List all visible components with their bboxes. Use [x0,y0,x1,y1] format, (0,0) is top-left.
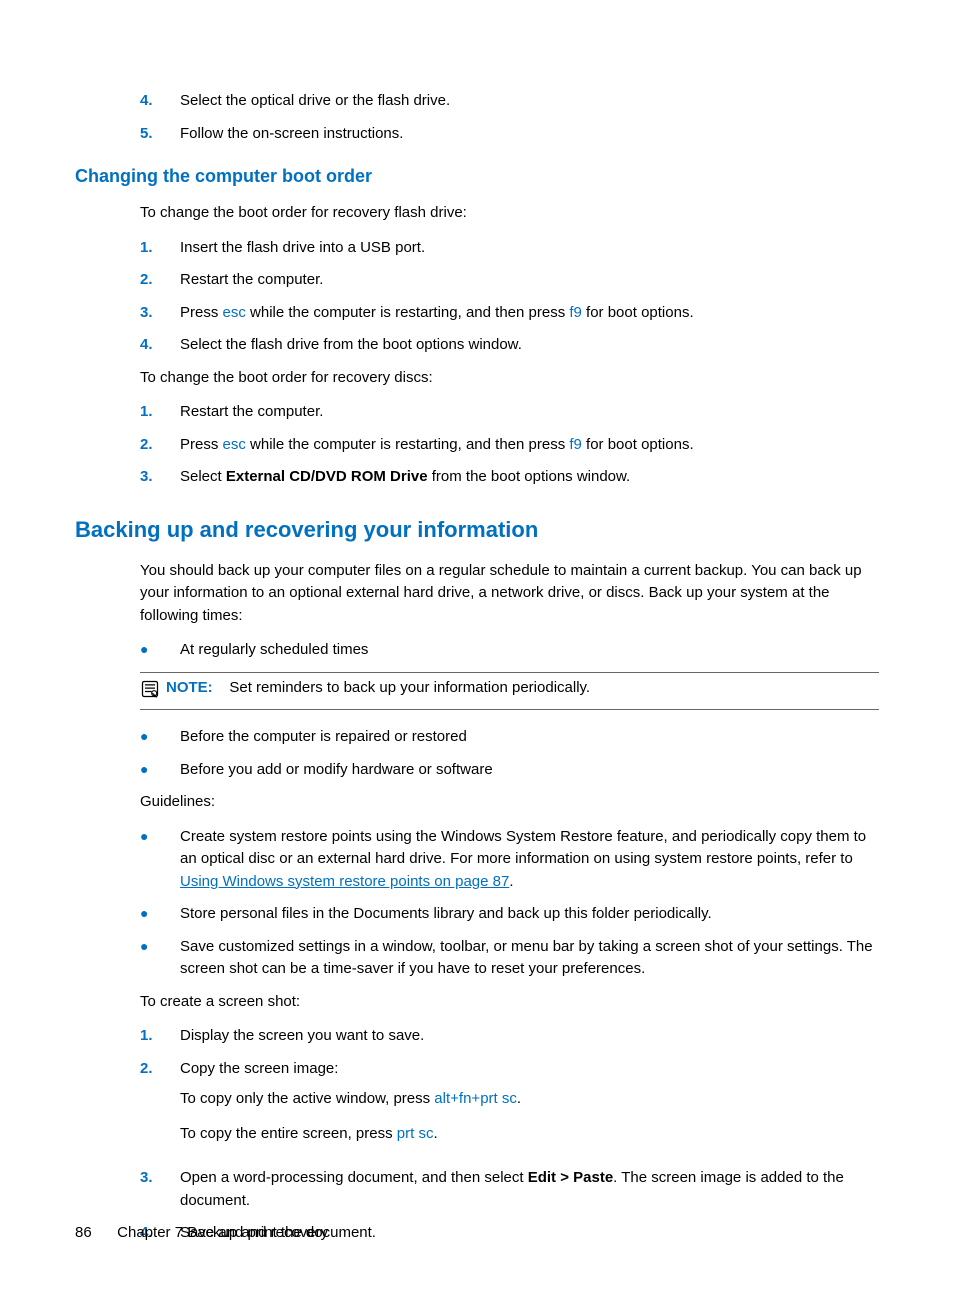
page-footer: 86 Chapter 7 Backup and recovery [75,1222,328,1245]
list-number: 2. [140,1058,180,1158]
list-text: Restart the computer. [180,401,323,424]
list-text: Copy the screen image: [180,1058,879,1081]
list-text: Select the flash drive from the boot opt… [180,334,522,357]
heading-backup: Backing up and recovering your informati… [75,513,879,546]
list-text: Before the computer is repaired or resto… [180,726,467,749]
page-number: 86 [75,1222,113,1245]
list-text: Before you add or modify hardware or sof… [180,759,493,782]
note-callout: NOTE: Set reminders to back up your info… [140,672,879,711]
bullet-icon: ● [140,936,180,981]
paragraph: You should back up your computer files o… [140,560,879,628]
list-item: 2. Press esc while the computer is resta… [140,434,879,457]
note-icon [140,679,160,699]
bullet-icon: ● [140,639,180,662]
list-text: Save customized settings in a window, to… [180,936,879,981]
paragraph: To change the boot order for recovery di… [140,367,879,390]
heading-boot-order: Changing the computer boot order [75,163,879,190]
list-text: Create system restore points using the W… [180,826,879,894]
list-number: 2. [140,269,180,292]
top-list-block: 4. Select the optical drive or the flash… [140,90,879,145]
bullet-list: ● Create system restore points using the… [140,826,879,981]
list-item: 4. Select the optical drive or the flash… [140,90,879,113]
bullet-icon: ● [140,759,180,782]
note-content: NOTE: Set reminders to back up your info… [166,677,590,700]
key-esc: esc [223,304,246,321]
sub-paragraph: To copy the entire screen, press prt sc. [180,1123,879,1146]
list-number: 3. [140,466,180,489]
list-item: ● At regularly scheduled times [140,639,879,662]
list-text: Insert the flash drive into a USB port. [180,237,425,260]
list-text: Press esc while the computer is restarti… [180,434,694,457]
list-item: 1. Restart the computer. [140,401,879,424]
paragraph: To create a screen shot: [140,991,879,1014]
list-item: 1. Display the screen you want to save. [140,1025,879,1048]
list-item: ● Before the computer is repaired or res… [140,726,879,749]
chapter-label: Chapter 7 Backup and recovery [117,1224,328,1241]
list-text: At regularly scheduled times [180,639,368,662]
list-text: Follow the on-screen instructions. [180,123,403,146]
bullet-list: ● Before the computer is repaired or res… [140,726,879,781]
list-item: ● Store personal files in the Documents … [140,903,879,926]
note-text: Set reminders to back up your informatio… [229,679,590,696]
key-prtsc: prt sc [480,1090,517,1107]
list-item: ● Before you add or modify hardware or s… [140,759,879,782]
boot-order-block: To change the boot order for recovery fl… [140,202,879,489]
bold-text: External CD/DVD ROM Drive [226,468,428,485]
list-text: Restart the computer. [180,269,323,292]
sub-paragraph: To copy only the active window, press al… [180,1088,879,1111]
list-number: 3. [140,1167,180,1212]
cross-ref-link[interactable]: Using Windows system restore points on p… [180,873,509,890]
key-fn: fn [459,1090,472,1107]
list-item: 3. Press esc while the computer is resta… [140,302,879,325]
list-item: 3. Open a word-processing document, and … [140,1167,879,1212]
list-number: 1. [140,237,180,260]
list-number: 2. [140,434,180,457]
list-number: 1. [140,1025,180,1048]
list-item: 1. Insert the flash drive into a USB por… [140,237,879,260]
list-item: ● Save customized settings in a window, … [140,936,879,981]
list-item: 4. Select the flash drive from the boot … [140,334,879,357]
list-item: 2. Copy the screen image: To copy only t… [140,1058,879,1158]
list-number: 4. [140,90,180,113]
document-page: 4. Select the optical drive or the flash… [0,0,954,1305]
paragraph: Guidelines: [140,791,879,814]
key-esc: esc [223,436,246,453]
list-text: Display the screen you want to save. [180,1025,424,1048]
bullet-icon: ● [140,726,180,749]
list-text: Select External CD/DVD ROM Drive from th… [180,466,630,489]
list-item: 2. Restart the computer. [140,269,879,292]
ordered-list: 4. Select the optical drive or the flash… [140,90,879,145]
paragraph: To change the boot order for recovery fl… [140,202,879,225]
list-item: ● Create system restore points using the… [140,826,879,894]
key-prtsc: prt sc [397,1125,434,1142]
note-label: NOTE: [166,679,213,696]
bullet-list: ● At regularly scheduled times [140,639,879,662]
list-number: 5. [140,123,180,146]
bold-text: Edit > Paste [528,1169,613,1186]
list-number: 1. [140,401,180,424]
key-f9: f9 [569,436,582,453]
list-body: Copy the screen image: To copy only the … [180,1058,879,1158]
bullet-icon: ● [140,903,180,926]
ordered-list: 1. Display the screen you want to save. … [140,1025,879,1245]
list-text: Press esc while the computer is restarti… [180,302,694,325]
list-text: Store personal files in the Documents li… [180,903,712,926]
list-item: 5. Follow the on-screen instructions. [140,123,879,146]
list-text: Select the optical drive or the flash dr… [180,90,450,113]
key-f9: f9 [569,304,582,321]
list-item: 3. Select External CD/DVD ROM Drive from… [140,466,879,489]
key-alt: alt [434,1090,450,1107]
ordered-list: 1. Restart the computer. 2. Press esc wh… [140,401,879,489]
list-text: Open a word-processing document, and the… [180,1167,879,1212]
backup-block: You should back up your computer files o… [140,560,879,1245]
list-number: 4. [140,334,180,357]
ordered-list: 1. Insert the flash drive into a USB por… [140,237,879,357]
bullet-icon: ● [140,826,180,894]
list-number: 3. [140,302,180,325]
